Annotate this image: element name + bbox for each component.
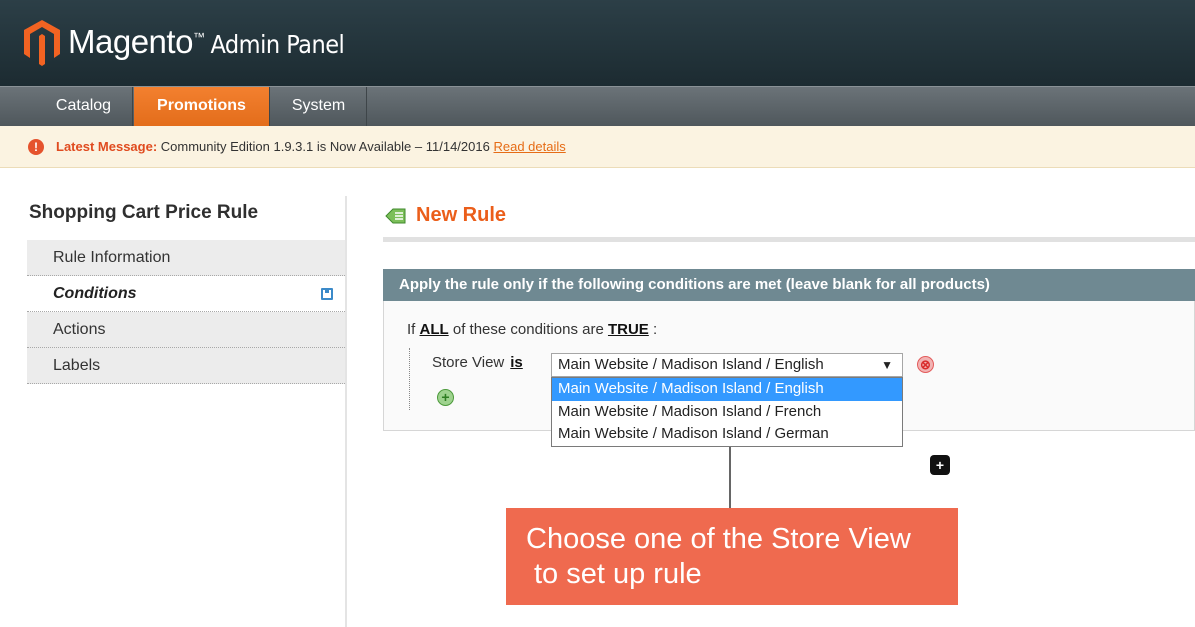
magento-logo-icon — [24, 20, 60, 66]
condition-row: Store View is — [432, 354, 523, 371]
nav-catalog[interactable]: Catalog — [35, 87, 133, 126]
store-view-option-english[interactable]: Main Website / Madison Island / English — [552, 378, 902, 401]
rule-tag-icon — [385, 208, 406, 223]
admin-panel-label: Admin Panel — [210, 30, 345, 59]
magento-logo[interactable]: Magento™ Admin Panel — [22, 18, 345, 66]
tab-labels[interactable]: Labels — [27, 348, 345, 384]
condition-suffix: : — [652, 321, 658, 338]
condition-attribute: Store View — [432, 354, 505, 371]
page-title: New Rule — [384, 204, 506, 227]
sidebar-tabs: Rule Information Conditions Actions Labe… — [27, 240, 345, 384]
tab-label: Labels — [53, 357, 101, 374]
store-view-option-german[interactable]: Main Website / Madison Island / German — [552, 423, 902, 446]
aggregator-true-toggle[interactable]: TRUE — [608, 321, 649, 338]
message-label: Latest Message: — [56, 139, 158, 154]
sidebar-title: Shopping Cart Price Rule — [29, 202, 259, 223]
brand-name: Magento — [68, 23, 193, 60]
save-icon — [321, 288, 333, 300]
callout-line-1: Choose one of the Store View — [526, 523, 911, 555]
aggregator-all-toggle[interactable]: ALL — [420, 321, 449, 338]
title-divider — [383, 237, 1195, 242]
tab-label: Rule Information — [53, 249, 171, 266]
nav-promotions[interactable]: Promotions — [134, 87, 270, 126]
store-view-dropdown: Main Website / Madison Island / English … — [551, 377, 903, 447]
message-bar: ! Latest Message: Community Edition 1.9.… — [0, 126, 1195, 168]
conditions-fieldset-header: Apply the rule only if the following con… — [383, 269, 1195, 301]
chevron-down-icon: ▼ — [881, 358, 893, 372]
condition-prefix: If — [407, 321, 416, 338]
trademark: ™ — [192, 30, 205, 44]
logo-text: Magento™ Admin Panel — [68, 23, 345, 61]
nav-system[interactable]: System — [271, 87, 367, 126]
instruction-callout: Choose one of the Store View to set up r… — [506, 508, 958, 605]
sidebar-divider — [345, 196, 347, 627]
page-title-text: New Rule — [416, 204, 507, 226]
store-view-select[interactable]: Main Website / Madison Island / English … — [551, 353, 903, 377]
plus-icon: + — [930, 455, 950, 475]
callout-line-2: to set up rule — [534, 558, 702, 590]
condition-tree-line — [409, 348, 410, 410]
store-view-option-french[interactable]: Main Website / Madison Island / French — [552, 401, 902, 424]
read-details-link[interactable]: Read details — [493, 139, 565, 154]
tab-label: Conditions — [53, 285, 137, 302]
latest-message: Latest Message: Community Edition 1.9.3.… — [56, 139, 566, 154]
condition-middle: of these conditions are — [452, 321, 604, 338]
tab-actions[interactable]: Actions — [27, 312, 345, 348]
remove-condition-icon[interactable]: ⊗ — [917, 356, 934, 373]
condition-aggregator-line: If ALL of these conditions are TRUE : — [407, 321, 657, 338]
tab-conditions[interactable]: Conditions — [27, 276, 345, 312]
main-nav: Catalog Promotions System — [0, 86, 1195, 126]
message-text: Community Edition 1.9.3.1 is Now Availab… — [160, 139, 490, 154]
add-condition-icon[interactable]: + — [437, 389, 454, 406]
alert-icon: ! — [28, 139, 44, 155]
tab-rule-information[interactable]: Rule Information — [27, 240, 345, 276]
tab-label: Actions — [53, 321, 106, 338]
admin-header: Magento™ Admin Panel — [0, 0, 1195, 86]
store-view-selected: Main Website / Madison Island / English — [558, 356, 824, 373]
condition-operator[interactable]: is — [510, 354, 523, 371]
callout-connector — [729, 447, 731, 508]
